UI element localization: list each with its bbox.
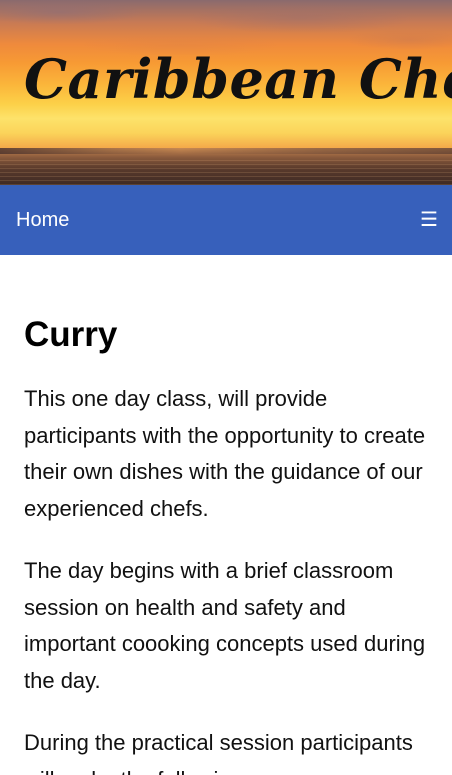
nav-home-link[interactable]: Home xyxy=(16,185,69,255)
main-content: Curry This one day class, will provide p… xyxy=(0,315,452,775)
page-title: Curry xyxy=(24,315,118,354)
header-banner: Caribbean Chef xyxy=(0,0,452,185)
schedule-paragraph: The day begins with a brief classroom se… xyxy=(24,558,426,693)
practical-paragraph: During the practical session participant… xyxy=(24,730,413,775)
hamburger-menu-icon[interactable]: ☰ xyxy=(420,185,438,255)
navigation-bar: Home ☰ xyxy=(0,185,452,255)
sea-horizon xyxy=(0,148,452,185)
site-title: Caribbean Chef xyxy=(24,47,452,111)
intro-paragraph: This one day class, will provide partici… xyxy=(24,386,426,521)
